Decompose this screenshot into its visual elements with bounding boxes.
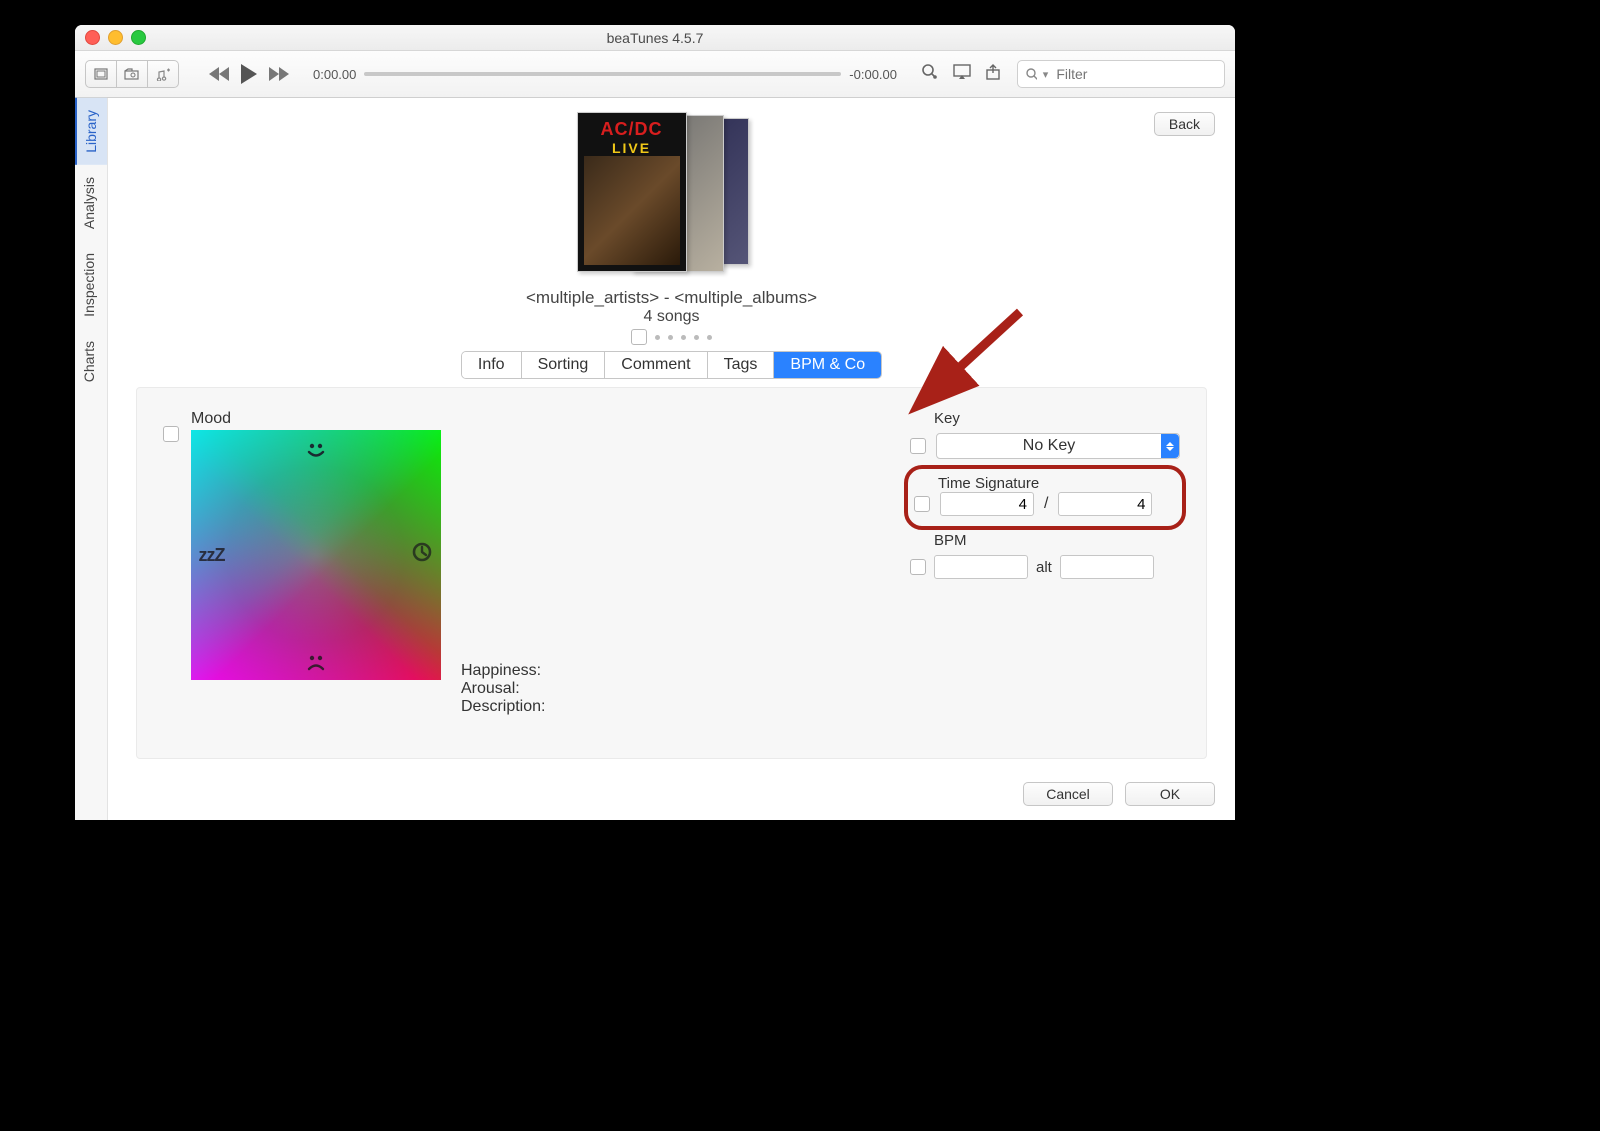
description-label: Description: <box>461 698 545 716</box>
page-dot[interactable] <box>681 335 686 340</box>
timesig-separator: / <box>1044 495 1048 513</box>
cover-logo: AC/DC <box>601 119 663 140</box>
ok-button[interactable]: OK <box>1125 782 1215 806</box>
window-body: Library Analysis Inspection Charts Back … <box>75 98 1235 820</box>
titlebar: beaTunes 4.5.7 <box>75 25 1235 51</box>
airplay-icon[interactable] <box>953 64 971 85</box>
mood-label: Mood <box>191 410 441 428</box>
artist-album-line: <multiple_artists> - <multiple_albums> <box>526 288 817 308</box>
mood-sleepy-icon: zzZ <box>199 545 225 566</box>
sidebar-item-charts[interactable]: Charts <box>75 329 107 394</box>
annotation-arrow <box>930 300 1040 415</box>
album-header: AC/DC LIVE <multiple_artists> - <multipl… <box>108 112 1235 379</box>
album-cover-stack[interactable]: AC/DC LIVE <box>577 112 767 282</box>
window-title: beaTunes 4.5.7 <box>75 30 1235 46</box>
mood-readout: Happiness: Arousal: Description: <box>461 662 545 716</box>
view-button-1[interactable] <box>85 60 117 88</box>
fast-forward-button[interactable] <box>269 67 289 81</box>
progress-bar[interactable] <box>364 72 841 76</box>
cancel-button[interactable]: Cancel <box>1023 782 1113 806</box>
view-button-2[interactable] <box>117 60 148 88</box>
mood-energetic-icon <box>410 540 434 570</box>
mood-checkbox[interactable] <box>163 426 179 442</box>
timesig-numerator-input[interactable] <box>940 492 1034 516</box>
timesig-checkbox[interactable] <box>914 496 930 512</box>
key-checkbox[interactable] <box>910 438 926 454</box>
page-dots <box>631 329 712 345</box>
page-checkbox[interactable] <box>631 329 647 345</box>
time-signature-highlight: Time Signature / <box>904 465 1186 530</box>
notes-plus-icon <box>155 67 171 81</box>
cover-sub: LIVE <box>612 140 651 156</box>
arousal-label: Arousal: <box>461 680 545 698</box>
bpm-checkbox[interactable] <box>910 559 926 575</box>
sidebar-item-inspection[interactable]: Inspection <box>75 241 107 329</box>
happiness-label: Happiness: <box>461 662 545 680</box>
bpm-label: BPM <box>934 532 1180 549</box>
elapsed-time: 0:00.00 <box>313 67 356 82</box>
album-cover-1: AC/DC LIVE <box>577 112 687 272</box>
transport-controls <box>209 64 289 84</box>
play-button[interactable] <box>241 64 257 84</box>
timesig-label: Time Signature <box>938 475 1176 492</box>
tab-bpm-and-co[interactable]: BPM & Co <box>774 352 881 378</box>
tab-info[interactable]: Info <box>462 352 522 378</box>
sidebar: Library Analysis Inspection Charts <box>75 98 108 820</box>
sidebar-item-analysis[interactable]: Analysis <box>75 165 107 241</box>
add-to-playlist-button[interactable] <box>148 60 179 88</box>
share-icon[interactable] <box>985 64 1001 85</box>
filter-input[interactable] <box>1054 65 1216 83</box>
playback-timeline: 0:00.00 -0:00.00 <box>313 67 897 82</box>
remaining-time: -0:00.00 <box>849 67 897 82</box>
sidebar-item-library[interactable]: Library <box>75 98 107 165</box>
app-window: beaTunes 4.5.7 0:00.00 -0:00.00 <box>75 25 1235 820</box>
key-select[interactable]: No Key <box>936 433 1180 459</box>
bpm-alt-label: alt <box>1036 559 1052 576</box>
tab-comment[interactable]: Comment <box>605 352 707 378</box>
detail-tabs: Info Sorting Comment Tags BPM & Co <box>461 351 882 379</box>
bpm-alt-input[interactable] <box>1060 555 1154 579</box>
content-area: Back AC/DC LIVE <multiple_artists> - <mu… <box>108 98 1235 820</box>
folder-search-icon <box>124 68 140 80</box>
select-stepper-icon <box>1161 434 1179 458</box>
song-count: 4 songs <box>643 308 699 326</box>
mood-picker[interactable]: zzZ <box>191 430 441 680</box>
mood-sad-icon <box>304 652 328 678</box>
search-icon <box>1026 68 1037 81</box>
page-dot[interactable] <box>694 335 699 340</box>
mood-happy-icon <box>304 440 328 466</box>
tab-sorting[interactable]: Sorting <box>522 352 606 378</box>
bpm-panel: Mood zzZ <box>136 387 1207 759</box>
page-dot[interactable] <box>655 335 660 340</box>
toolbar: 0:00.00 -0:00.00 ▾ <box>75 51 1235 98</box>
magnify-icon[interactable] <box>921 63 939 86</box>
page-icon <box>94 68 108 80</box>
timesig-denominator-input[interactable] <box>1058 492 1152 516</box>
key-value: No Key <box>937 435 1161 457</box>
tab-tags[interactable]: Tags <box>708 352 775 378</box>
rewind-button[interactable] <box>209 67 229 81</box>
filter-search-box[interactable]: ▾ <box>1017 60 1225 88</box>
page-dot[interactable] <box>668 335 673 340</box>
back-button[interactable]: Back <box>1154 112 1215 136</box>
page-dot[interactable] <box>707 335 712 340</box>
bpm-input[interactable] <box>934 555 1028 579</box>
